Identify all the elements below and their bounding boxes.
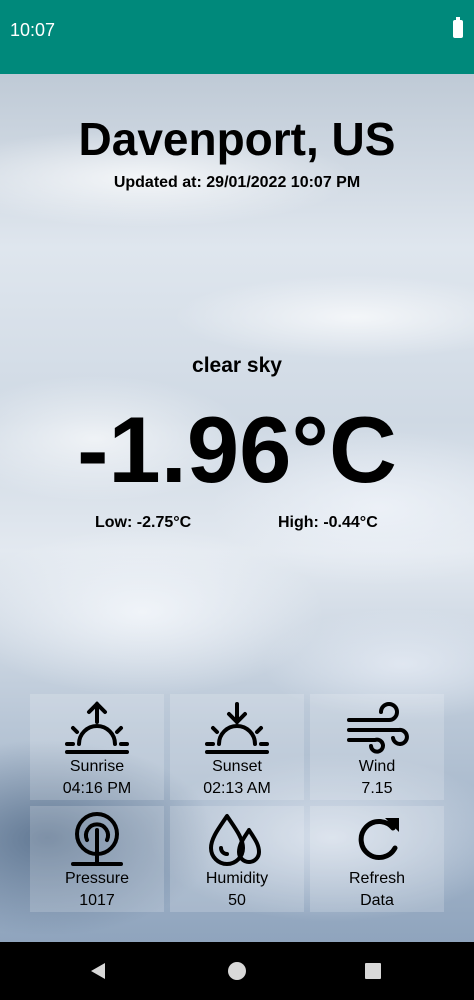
sunset-value: 02:13 AM bbox=[203, 780, 271, 797]
sunrise-icon bbox=[65, 701, 129, 754]
battery-icon bbox=[453, 17, 463, 38]
wind-value: 7.15 bbox=[361, 780, 393, 797]
details-grid: Sunrise 04:16 PM Sunset 02:13 AM Wind 7.… bbox=[30, 694, 444, 912]
wind-icon bbox=[347, 702, 409, 754]
refresh-icon bbox=[358, 818, 399, 860]
status-time: 10:07 bbox=[10, 20, 56, 40]
sunrise-label: Sunrise bbox=[69, 758, 125, 775]
sunset-label: Sunset bbox=[212, 758, 262, 775]
temp-max: High: -0.44°C bbox=[278, 514, 378, 531]
pressure-icon bbox=[71, 812, 123, 866]
temp-min: Low: -2.75°C bbox=[95, 514, 192, 531]
humidity-card: Humidity 50 bbox=[170, 806, 304, 912]
humidity-value: 50 bbox=[228, 892, 246, 909]
refresh-button[interactable]: Refresh Data bbox=[310, 806, 444, 912]
pressure-card: Pressure 1017 bbox=[30, 806, 164, 912]
refresh-label: Refresh bbox=[348, 870, 406, 887]
updated-at: Updated at: 29/01/2022 10:07 PM bbox=[113, 174, 361, 191]
sunset-icon bbox=[205, 702, 269, 754]
navigation-bar bbox=[0, 942, 474, 1000]
refresh-value: Data bbox=[360, 892, 394, 909]
wind-label: Wind bbox=[358, 758, 396, 775]
pressure-value: 1017 bbox=[79, 892, 115, 909]
humidity-label: Humidity bbox=[205, 870, 269, 887]
sunrise-value: 04:16 PM bbox=[62, 780, 132, 797]
humidity-icon bbox=[209, 814, 261, 866]
sunrise-card: Sunrise 04:16 PM bbox=[30, 694, 164, 800]
weather-status: clear sky bbox=[192, 354, 282, 377]
status-bar: 10:07 bbox=[0, 0, 474, 74]
wind-card: Wind 7.15 bbox=[310, 694, 444, 800]
city-name: Davenport, US bbox=[78, 113, 396, 165]
back-icon[interactable] bbox=[91, 963, 105, 979]
recents-icon[interactable] bbox=[365, 963, 381, 979]
home-icon[interactable] bbox=[228, 962, 246, 980]
weather-screen: Davenport, US Updated at: 29/01/2022 10:… bbox=[0, 74, 474, 942]
pressure-label: Pressure bbox=[64, 870, 130, 887]
sunset-card: Sunset 02:13 AM bbox=[170, 694, 304, 800]
temperature: -1.96°C bbox=[77, 397, 397, 502]
